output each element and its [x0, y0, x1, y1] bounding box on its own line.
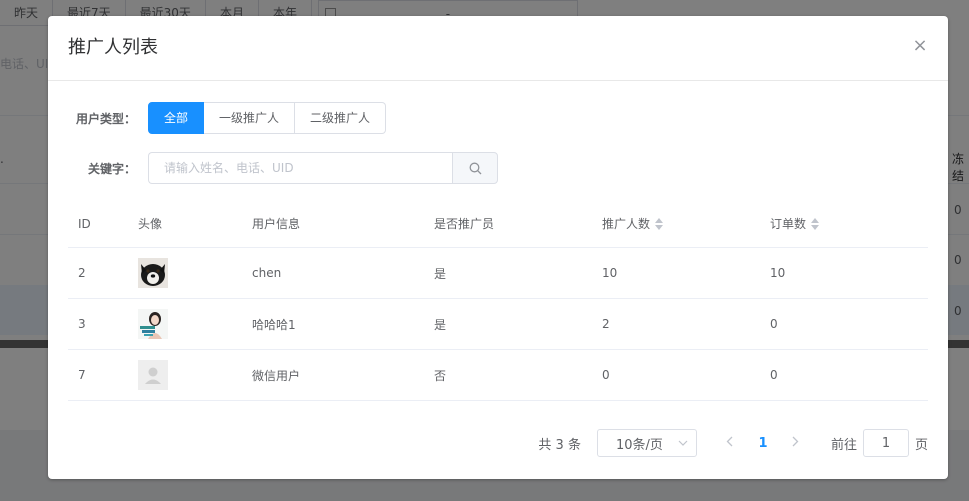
col-avatar: 头像: [138, 217, 163, 231]
user-type-row: 用户类型： 全部 一级推广人 二级推广人: [68, 102, 387, 134]
page-size-select[interactable]: 10条/页: [596, 429, 697, 457]
promoter-list-dialog: 推广人列表 × 用户类型： 全部 一级推广人 二级推广人 关键字： ID 头像 …: [48, 16, 948, 479]
dog-avatar-icon[interactable]: [138, 258, 168, 288]
keyword-row: 关键字：: [68, 152, 498, 184]
sort-icon[interactable]: [655, 217, 664, 230]
sort-icon[interactable]: [811, 217, 820, 230]
col-id: ID: [78, 216, 91, 231]
user-type-radio-group: 全部 一级推广人 二级推广人: [148, 102, 387, 134]
girl-avatar-icon[interactable]: [138, 309, 168, 339]
goto-page: 前往 页: [831, 429, 928, 457]
pagination-total: 共 3 条: [538, 437, 581, 453]
dialog-title: 推广人列表: [68, 37, 158, 58]
keyword-input[interactable]: [148, 152, 452, 184]
keyword-label: 关键字：: [87, 161, 136, 176]
keyword-search: [148, 152, 498, 184]
search-button[interactable]: [452, 152, 498, 184]
chevron-left-icon: [727, 436, 733, 447]
default-user-avatar-icon[interactable]: [138, 360, 168, 390]
pagination: 共 3 条 10条/页 1 前往 页: [538, 429, 928, 457]
table-row: 7 微信用户 否 0 0: [68, 350, 928, 401]
table-row: 2 chen 是 10 10: [68, 248, 928, 299]
close-icon[interactable]: ×: [912, 37, 928, 55]
promoter-table: ID 头像 用户信息 是否推广员 推广人数 订单数 2 chen 是 10 10…: [68, 200, 928, 401]
table-row: 3 哈哈哈1 是 2 0: [68, 299, 928, 350]
user-type-level1[interactable]: 一级推广人: [204, 102, 296, 134]
table-header: ID 头像 用户信息 是否推广员 推广人数 订单数: [68, 200, 928, 248]
user-type-label: 用户类型：: [75, 111, 136, 126]
goto-prefix: 前往: [830, 437, 857, 453]
page-number-1[interactable]: 1: [745, 436, 781, 451]
col-is-promoter: 是否推广员: [434, 217, 495, 231]
chevron-right-icon: [793, 436, 799, 447]
user-type-all[interactable]: 全部: [148, 102, 205, 134]
col-promote-count[interactable]: 推广人数: [592, 215, 760, 232]
goto-page-input[interactable]: [862, 429, 909, 457]
col-order-count[interactable]: 订单数: [760, 215, 928, 232]
col-user-info: 用户信息: [252, 217, 301, 231]
user-type-level2[interactable]: 二级推广人: [295, 102, 387, 134]
next-page-button[interactable]: [781, 435, 811, 451]
search-icon: [469, 162, 481, 174]
goto-suffix: 页: [914, 437, 928, 453]
prev-page-button[interactable]: [715, 435, 745, 451]
chevron-down-icon: [678, 440, 688, 446]
dialog-header: 推广人列表 ×: [48, 16, 948, 81]
